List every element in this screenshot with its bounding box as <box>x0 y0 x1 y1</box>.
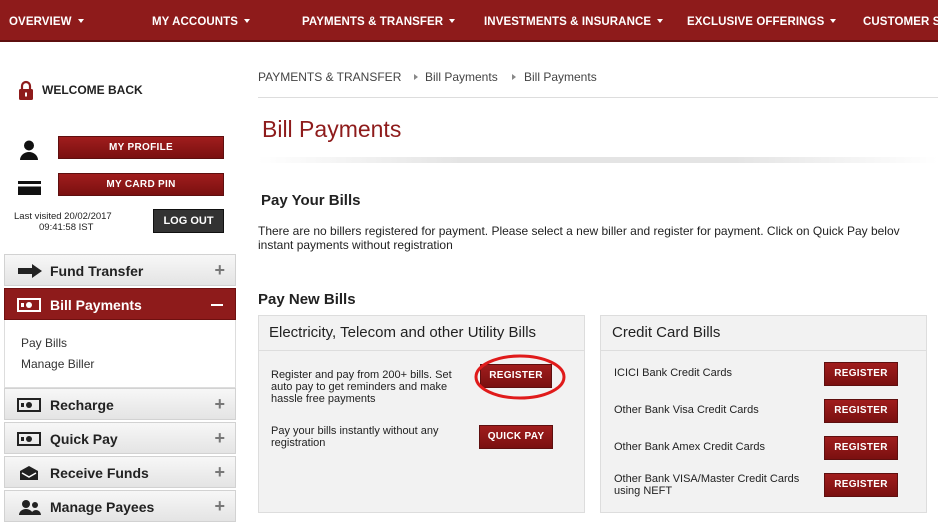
caret-down-icon <box>830 19 837 23</box>
utility-bills-panel <box>258 315 585 513</box>
nav-label: CUSTOMER S <box>863 16 938 28</box>
pay-your-bills-heading: Pay Your Bills <box>261 192 361 209</box>
menu-bill-payments[interactable]: Bill Payments <box>4 288 236 320</box>
caret-down-icon <box>77 19 84 23</box>
title-shadow-divider <box>258 157 938 163</box>
top-navigation-bar: OVERVIEW MY ACCOUNTS PAYMENTS & TRANSFER… <box>0 0 938 42</box>
arrow-right-icon <box>18 264 42 278</box>
nav-exclusive-offerings[interactable]: EXCLUSIVE OFFERINGS <box>687 16 837 28</box>
chevron-right-icon <box>512 74 516 80</box>
credit-card-row-label: Other Bank Visa Credit Cards <box>614 404 759 416</box>
nav-label: OVERVIEW <box>9 16 72 28</box>
pay-new-bills-heading: Pay New Bills <box>258 291 356 308</box>
submenu-pay-bills[interactable]: Pay Bills <box>21 336 67 350</box>
nav-label: PAYMENTS & TRANSFER <box>302 16 444 28</box>
bill-icon <box>17 298 41 312</box>
my-profile-button[interactable]: MY PROFILE <box>58 136 224 159</box>
menu-manage-payees[interactable]: Manage Payees + <box>4 490 236 522</box>
menu-recharge[interactable]: Recharge + <box>4 388 236 420</box>
caret-down-icon <box>244 19 251 23</box>
menu-quick-pay[interactable]: Quick Pay + <box>4 422 236 454</box>
breadcrumb-bill-payments[interactable]: Bill Payments <box>425 70 498 84</box>
caret-down-icon <box>657 19 664 23</box>
menu-label: Fund Transfer <box>50 263 144 279</box>
my-card-pin-button[interactable]: MY CARD PIN <box>58 173 224 196</box>
visa-register-button[interactable]: REGISTER <box>824 399 898 423</box>
welcome-text: WELCOME BACK <box>42 83 143 97</box>
icici-register-button[interactable]: REGISTER <box>824 362 898 386</box>
nav-label: MY ACCOUNTS <box>152 16 239 28</box>
card-icon <box>18 181 41 195</box>
envelope-icon <box>20 466 38 480</box>
user-icon <box>19 139 39 161</box>
credit-card-row-label-2: using NEFT <box>614 485 673 497</box>
plus-icon: + <box>214 428 225 448</box>
menu-fund-transfer[interactable]: Fund Transfer + <box>4 254 236 286</box>
nav-label: INVESTMENTS & INSURANCE <box>484 16 652 28</box>
plus-icon: + <box>214 496 225 516</box>
no-billers-message: There are no billers registered for paym… <box>258 224 900 238</box>
nav-investments-insurance[interactable]: INVESTMENTS & INSURANCE <box>484 16 664 28</box>
quick-pay-button[interactable]: QUICK PAY <box>479 425 553 449</box>
lock-icon <box>18 80 34 100</box>
amex-register-button[interactable]: REGISTER <box>824 436 898 460</box>
divider <box>600 350 927 351</box>
menu-label: Bill Payments <box>50 297 142 313</box>
plus-icon: + <box>214 260 225 280</box>
minus-icon <box>211 304 223 306</box>
nav-label: EXCLUSIVE OFFERINGS <box>687 16 825 28</box>
quickpay-description-2: registration <box>271 437 326 449</box>
submenu-panel <box>4 320 236 388</box>
submenu-manage-biller[interactable]: Manage Biller <box>21 357 94 371</box>
register-description-3: hassle free payments <box>271 393 376 405</box>
nav-my-accounts[interactable]: MY ACCOUNTS <box>152 16 251 28</box>
divider <box>258 97 938 98</box>
utility-bills-title: Electricity, Telecom and other Utility B… <box>269 324 537 341</box>
quickpay-description-1: Pay your bills instantly without any <box>271 425 439 437</box>
register-description-1: Register and pay from 200+ bills. Set <box>271 369 452 381</box>
caret-down-icon <box>449 19 456 23</box>
neft-register-button[interactable]: REGISTER <box>824 473 898 497</box>
breadcrumb-payments-transfer[interactable]: PAYMENTS & TRANSFER <box>258 70 401 84</box>
plus-icon: + <box>214 394 225 414</box>
register-description-2: auto pay to get reminders and make <box>271 381 448 393</box>
divider <box>258 350 585 351</box>
logout-button[interactable]: LOG OUT <box>153 209 224 233</box>
quick-pay-icon <box>17 432 41 446</box>
credit-card-row-label: Other Bank Amex Credit Cards <box>614 441 766 453</box>
credit-card-bills-title: Credit Card Bills <box>612 324 721 341</box>
highlight-circle-annotation <box>474 354 566 400</box>
recharge-icon <box>17 398 41 412</box>
menu-label: Receive Funds <box>50 465 149 481</box>
nav-overview[interactable]: OVERVIEW <box>9 16 84 28</box>
menu-receive-funds[interactable]: Receive Funds + <box>4 456 236 488</box>
no-billers-message-2: instant payments without registration <box>258 238 453 252</box>
last-visited-text: Last visited 20/02/2017 <box>14 211 112 222</box>
breadcrumb-current: Bill Payments <box>524 70 597 84</box>
menu-label: Quick Pay <box>50 431 118 447</box>
nav-customer-service[interactable]: CUSTOMER S <box>863 16 938 28</box>
page-title: Bill Payments <box>262 116 402 142</box>
nav-payments-transfer[interactable]: PAYMENTS & TRANSFER <box>302 16 456 28</box>
chevron-right-icon <box>414 74 418 80</box>
credit-card-row-label: Other Bank VISA/Master Credit Cards <box>614 473 800 485</box>
plus-icon: + <box>214 462 225 482</box>
last-visited-time: 09:41:58 IST <box>39 222 94 233</box>
credit-card-row-label: ICICI Bank Credit Cards <box>614 367 732 379</box>
menu-label: Recharge <box>50 397 114 413</box>
